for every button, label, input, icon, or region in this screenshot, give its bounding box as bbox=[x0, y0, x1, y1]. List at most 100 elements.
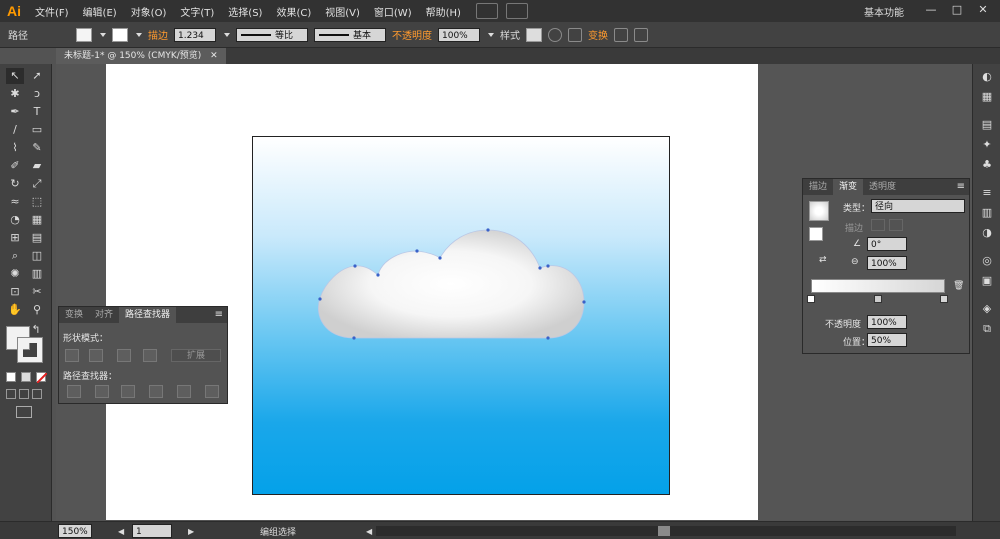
graphic-style-swatch[interactable] bbox=[526, 27, 542, 42]
chevron-down-icon[interactable] bbox=[224, 32, 230, 37]
blend-tool-icon[interactable]: ◫ bbox=[28, 248, 46, 264]
scrollbar-thumb[interactable] bbox=[658, 526, 670, 536]
rectangle-tool-icon[interactable]: ▭ bbox=[28, 122, 46, 138]
stroke-swatch[interactable] bbox=[112, 27, 128, 42]
workspace-switcher[interactable]: 基本功能 bbox=[864, 4, 904, 19]
fill-stroke-toggle-icon[interactable] bbox=[809, 227, 823, 241]
shape-builder-tool-icon[interactable]: ◔ bbox=[6, 212, 24, 228]
stop-location-field[interactable]: 50% bbox=[867, 333, 907, 347]
minus-back-icon[interactable] bbox=[205, 385, 219, 398]
color-mode-icon[interactable] bbox=[6, 372, 16, 382]
stroke-panel-icon[interactable]: ≡ bbox=[979, 186, 995, 200]
tab-transform[interactable]: 变换 bbox=[59, 307, 89, 323]
stroke-color-box[interactable] bbox=[17, 337, 43, 363]
perspective-grid-tool-icon[interactable]: ▦ bbox=[28, 212, 46, 228]
close-button[interactable]: ✕ bbox=[970, 2, 996, 17]
gradient-type-select[interactable]: 径向 bbox=[871, 199, 965, 213]
scroll-left-icon[interactable]: ◀ bbox=[366, 527, 372, 536]
outline-icon[interactable] bbox=[177, 385, 191, 398]
merge-icon[interactable] bbox=[121, 385, 135, 398]
eraser-tool-icon[interactable]: ▰ bbox=[28, 158, 46, 174]
unite-icon[interactable] bbox=[65, 349, 79, 362]
panel-menu-icon[interactable] bbox=[634, 27, 648, 42]
pen-tool-icon[interactable]: ✒ bbox=[6, 104, 24, 120]
maximize-button[interactable]: □ bbox=[944, 2, 970, 17]
hand-tool-icon[interactable]: ✋ bbox=[6, 302, 24, 318]
layers-panel-icon[interactable]: ◈ bbox=[979, 302, 995, 316]
blob-brush-tool-icon[interactable]: ✐ bbox=[6, 158, 24, 174]
recolor-artwork-icon[interactable] bbox=[548, 27, 562, 42]
tab-stroke[interactable]: 描边 bbox=[803, 179, 833, 195]
cloud-shape[interactable] bbox=[300, 215, 600, 355]
zoom-tool-icon[interactable]: ⚲ bbox=[28, 302, 46, 318]
gradient-panel-icon[interactable]: ▥ bbox=[979, 206, 995, 220]
aspect-ratio-field[interactable]: 100% bbox=[867, 256, 907, 270]
arrange-documents-icon[interactable] bbox=[505, 3, 528, 19]
exclude-icon[interactable] bbox=[143, 349, 157, 362]
tab-gradient[interactable]: 渐变 bbox=[833, 179, 864, 195]
expand-button[interactable]: 扩展 bbox=[171, 349, 221, 362]
symbol-sprayer-tool-icon[interactable]: ✺ bbox=[6, 266, 24, 282]
menu-type[interactable]: 文字(T) bbox=[173, 4, 221, 19]
isolate-group-icon[interactable] bbox=[614, 27, 628, 42]
next-artboard-icon[interactable]: ▶ bbox=[188, 527, 194, 536]
close-tab-icon[interactable]: ✕ bbox=[210, 51, 218, 61]
slice-tool-icon[interactable]: ✂ bbox=[28, 284, 46, 300]
stroke-weight-field[interactable]: 1.234 bbox=[174, 27, 216, 42]
variable-width-profile[interactable]: 等比 bbox=[236, 27, 308, 42]
first-artboard-icon[interactable]: ◀ bbox=[118, 527, 124, 536]
menu-file[interactable]: 文件(F) bbox=[28, 4, 76, 19]
rotate-tool-icon[interactable]: ↻ bbox=[6, 176, 24, 192]
color-guide-icon[interactable]: ▦ bbox=[979, 90, 995, 104]
tab-pathfinder[interactable]: 路径查找器 bbox=[119, 307, 177, 323]
bridge-icon[interactable] bbox=[475, 3, 498, 19]
symbols-panel-icon[interactable]: ♣ bbox=[979, 158, 995, 172]
artboard-tool-icon[interactable]: ⊡ bbox=[6, 284, 24, 300]
delete-stop-icon[interactable]: 🗑 bbox=[953, 281, 964, 291]
width-tool-icon[interactable]: ≈ bbox=[6, 194, 24, 210]
artboards-panel-icon[interactable]: ⧉ bbox=[979, 322, 995, 336]
mesh-tool-icon[interactable]: ⊞ bbox=[6, 230, 24, 246]
fill-swatch[interactable] bbox=[76, 27, 92, 42]
direct-selection-tool-icon[interactable]: ➚ bbox=[28, 68, 46, 84]
stroke-link[interactable]: 描边 bbox=[148, 27, 168, 42]
lasso-tool-icon[interactable]: ↄ bbox=[28, 86, 46, 102]
eyedropper-tool-icon[interactable]: ⌕ bbox=[6, 248, 24, 264]
menu-effect[interactable]: 效果(C) bbox=[269, 4, 318, 19]
angle-field[interactable]: 0° bbox=[867, 237, 907, 251]
appearance-panel-icon[interactable]: ◎ bbox=[979, 254, 995, 268]
gradient-stop-left[interactable] bbox=[807, 295, 815, 303]
scale-tool-icon[interactable]: ⤢ bbox=[28, 176, 46, 192]
zoom-field[interactable]: 150% bbox=[58, 524, 92, 538]
gradient-preview-swatch[interactable] bbox=[809, 201, 829, 221]
brush-definition[interactable]: 基本 bbox=[314, 27, 386, 42]
chevron-down-icon[interactable] bbox=[100, 32, 106, 37]
apply-gradient-within-stroke-icon[interactable] bbox=[871, 219, 885, 231]
crop-icon[interactable] bbox=[149, 385, 163, 398]
stop-opacity-field[interactable]: 100% bbox=[867, 315, 907, 329]
panel-menu-icon[interactable]: ≡ bbox=[215, 307, 227, 323]
selection-tool-icon[interactable]: ↖ bbox=[6, 68, 24, 84]
align-icon[interactable] bbox=[568, 27, 582, 42]
trim-icon[interactable] bbox=[95, 385, 109, 398]
magic-wand-tool-icon[interactable]: ✱ bbox=[6, 86, 24, 102]
transform-link[interactable]: 变换 bbox=[588, 27, 608, 42]
apply-gradient-along-stroke-icon[interactable] bbox=[889, 219, 903, 231]
artboard-number-field[interactable]: 1 bbox=[132, 524, 172, 538]
menu-window[interactable]: 窗口(W) bbox=[367, 4, 419, 19]
gradient-tool-icon[interactable]: ▤ bbox=[28, 230, 46, 246]
column-graph-tool-icon[interactable]: ▥ bbox=[28, 266, 46, 282]
menu-help[interactable]: 帮助(H) bbox=[419, 4, 468, 19]
reverse-gradient-icon[interactable]: ⇄ bbox=[819, 255, 827, 265]
transparency-panel-icon[interactable]: ◑ bbox=[979, 226, 995, 240]
gradient-slider[interactable] bbox=[811, 279, 945, 293]
opacity-field[interactable]: 100% bbox=[438, 27, 480, 42]
free-transform-tool-icon[interactable]: ⬚ bbox=[28, 194, 46, 210]
pencil-tool-icon[interactable]: ✎ bbox=[28, 140, 46, 156]
none-mode-icon[interactable] bbox=[36, 372, 48, 384]
chevron-down-icon[interactable] bbox=[136, 32, 142, 37]
divide-icon[interactable] bbox=[67, 385, 81, 398]
screen-mode-icon[interactable] bbox=[16, 406, 32, 418]
drawing-modes-icon[interactable] bbox=[6, 389, 46, 399]
menu-edit[interactable]: 编辑(E) bbox=[76, 4, 124, 19]
